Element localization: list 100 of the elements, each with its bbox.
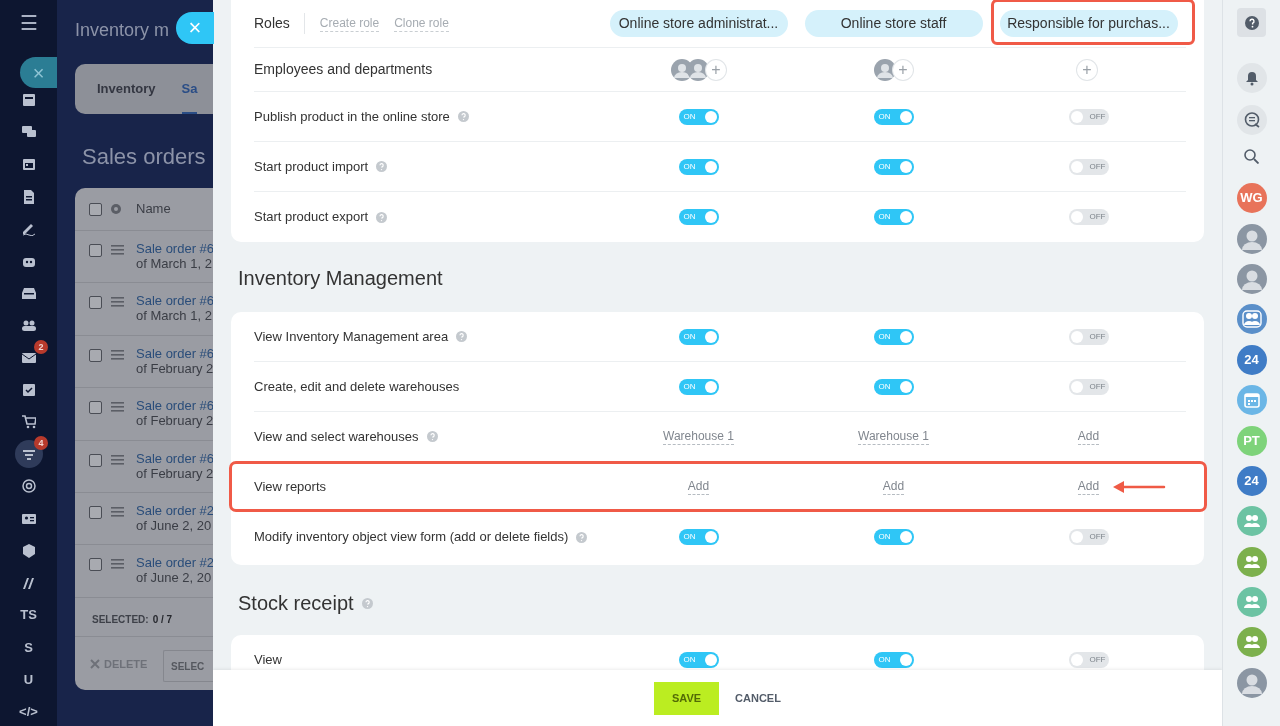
target-icon[interactable] [21, 479, 36, 494]
document-icon[interactable] [21, 189, 36, 204]
sidebar-item[interactable]: S [24, 637, 33, 658]
avatar[interactable] [1236, 667, 1267, 698]
help-button[interactable] [1237, 8, 1266, 37]
roles-label: Roles [254, 13, 305, 34]
checkbox[interactable] [89, 348, 102, 362]
avatar[interactable] [1236, 263, 1267, 294]
order-date: of June 2, 20 [136, 570, 213, 586]
list-icon[interactable] [21, 93, 36, 108]
order-link[interactable]: Sale order #6 [136, 450, 213, 466]
toggle-switch[interactable]: ON [873, 378, 914, 395]
add-link[interactable]: Warehouse 1 [663, 428, 734, 445]
sidebar-item[interactable]: </> [19, 701, 38, 722]
checkbox[interactable] [89, 401, 102, 415]
tray-icon[interactable] [21, 286, 36, 301]
order-link[interactable]: Sale order #6 [136, 293, 213, 309]
menu-icon[interactable]: ☰ [19, 13, 38, 33]
avatar [874, 58, 896, 81]
add-link[interactable]: Add [882, 478, 905, 495]
slashes-icon[interactable] [21, 575, 36, 590]
chat-avatar[interactable]: 24 [1236, 465, 1267, 496]
checkbox-icon[interactable] [21, 382, 36, 397]
close-button[interactable]: × [20, 57, 57, 88]
order-date: of February 2 [136, 360, 213, 376]
group-avatar[interactable] [1236, 627, 1267, 658]
selected-count: 0 / 7 [152, 613, 173, 627]
toggle-switch[interactable]: ON [873, 158, 914, 175]
messages-button[interactable] [1236, 105, 1267, 135]
add-button[interactable]: + [893, 59, 913, 80]
mail-icon[interactable] [21, 350, 36, 365]
toggle-switch[interactable]: ON [678, 209, 719, 225]
group-avatar[interactable] [1236, 304, 1267, 335]
page-heading: Sales orders [82, 143, 206, 171]
filter-icon[interactable] [21, 447, 36, 462]
checkbox[interactable] [89, 558, 102, 572]
search-icon[interactable] [1244, 149, 1259, 164]
add-link[interactable]: Add [687, 478, 710, 495]
cancel-button[interactable]: CANCEL [735, 689, 781, 707]
role-pill[interactable]: Online store administrat... [609, 10, 788, 37]
checkbox[interactable] [89, 244, 102, 257]
toggle-switch[interactable]: OFF [1068, 378, 1109, 395]
toggle-switch[interactable]: ON [678, 652, 719, 668]
permission-label: View and select warehouses [254, 427, 419, 446]
avatar[interactable] [1236, 223, 1267, 254]
order-link[interactable]: Sale order #6 [136, 345, 213, 361]
group-avatar[interactable] [1236, 546, 1267, 577]
toggle-switch[interactable]: ON [873, 209, 914, 225]
toggle-switch[interactable]: ON [873, 108, 914, 125]
toggle-switch[interactable]: ON [678, 158, 719, 175]
add-link[interactable]: Warehouse 1 [858, 428, 929, 445]
chat-avatar[interactable]: WG [1236, 183, 1267, 214]
role-pill[interactable]: Online store staff [804, 10, 983, 37]
contact-card-icon[interactable] [21, 511, 36, 526]
add-link[interactable]: Add [1077, 478, 1100, 495]
people-icon[interactable] [21, 318, 36, 333]
toggle-switch[interactable]: ON [873, 652, 914, 668]
toggle-switch[interactable]: ON [678, 378, 719, 395]
role-link[interactable]: Create role [319, 15, 380, 32]
checkbox[interactable] [89, 296, 102, 310]
tab[interactable]: Inventory [97, 64, 156, 114]
employees-label: Employees and departments [254, 60, 434, 79]
cube-icon[interactable] [21, 543, 36, 558]
order-link[interactable]: Sale order #2 [136, 502, 213, 518]
notifications-button[interactable] [1236, 63, 1267, 93]
chat-avatar[interactable]: PT [1236, 425, 1267, 456]
toggle-switch[interactable]: OFF [1068, 328, 1109, 345]
toggle-switch[interactable]: OFF [1068, 108, 1109, 125]
checkbox[interactable] [89, 505, 102, 519]
add-button[interactable]: + [706, 59, 726, 80]
toggle-switch[interactable]: OFF [1068, 209, 1109, 225]
toggle-switch[interactable]: OFF [1068, 529, 1109, 545]
toggle-switch[interactable]: ON [678, 529, 719, 545]
page-title: Inventory m [75, 19, 170, 42]
toggle-switch[interactable]: ON [678, 108, 719, 125]
order-link[interactable]: Sale order #6 [136, 241, 213, 256]
chat-avatar[interactable]: 24 [1236, 344, 1267, 375]
checkbox[interactable] [89, 202, 102, 216]
toggle-switch[interactable]: OFF [1068, 158, 1109, 175]
toggle-switch[interactable]: ON [678, 328, 719, 345]
tab[interactable]: Sa [181, 64, 198, 114]
cart-icon[interactable] [21, 414, 36, 429]
checkbox[interactable] [89, 453, 102, 467]
save-button[interactable]: SAVE [654, 681, 720, 715]
toggle-switch[interactable]: ON [873, 529, 914, 545]
sidebar-item[interactable]: TS [20, 605, 37, 625]
sidebar-item[interactable]: U [23, 669, 34, 690]
add-link[interactable]: Add [1077, 428, 1100, 445]
role-link[interactable]: Clone role [394, 15, 449, 32]
permission-label: Create, edit and delete warehouses [254, 377, 460, 396]
toggle-switch[interactable]: OFF [1068, 652, 1109, 668]
close-button[interactable]: × [176, 12, 214, 44]
toggle-switch[interactable]: ON [873, 328, 914, 345]
order-link[interactable]: Sale order #2 [136, 555, 213, 571]
order-link[interactable]: Sale order #6 [136, 398, 213, 414]
drag-handle-icon [111, 559, 124, 570]
permission-label: Modify inventory object view form (add or delete fields) [254, 528, 569, 547]
add-button[interactable]: + [1077, 59, 1097, 80]
pen-icon[interactable] [21, 221, 36, 236]
role-pill[interactable]: Responsible for purchas... [999, 10, 1178, 37]
